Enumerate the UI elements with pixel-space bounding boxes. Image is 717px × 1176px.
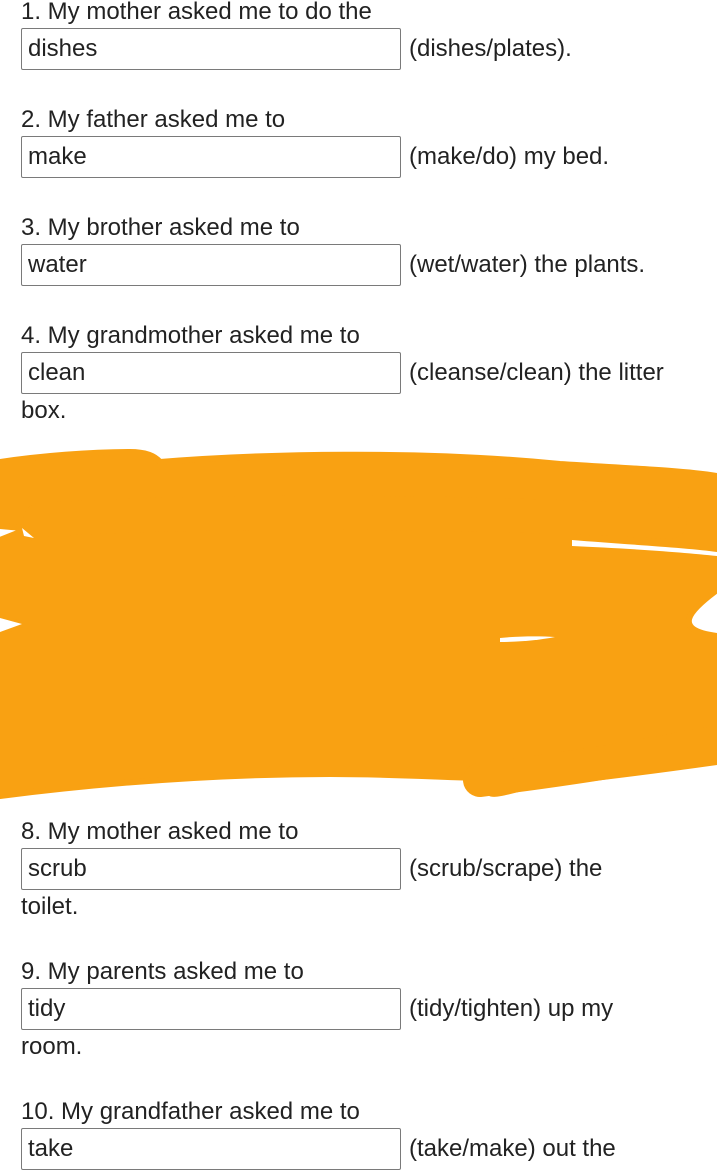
question-9-answer-input[interactable] <box>21 988 401 1030</box>
redaction-stroke <box>23 495 687 539</box>
question-3-options: (wet/water) the plants. <box>409 251 646 278</box>
question-8-prompt: 8. My mother asked me to <box>21 818 299 845</box>
question-10-prompt: 10. My grandfather asked me to <box>21 1098 360 1125</box>
question-3-prompt: 3. My brother asked me to <box>21 214 300 241</box>
question-1-prompt: 1. My mother asked me to do the <box>21 0 372 25</box>
question-10-options: (take/make) out the <box>409 1135 616 1162</box>
redaction-scribble <box>0 449 717 799</box>
question-9-continuation: room. <box>21 1033 83 1060</box>
question-8-continuation: toilet. <box>21 893 79 920</box>
question-4-options: (cleanse/clean) the litter <box>409 359 664 386</box>
question-8-answer-input[interactable] <box>21 848 401 890</box>
question-4-continuation: box. <box>21 397 67 424</box>
question-10-answer-input[interactable] <box>21 1128 401 1170</box>
question-2-prompt: 2. My father asked me to <box>21 106 286 133</box>
question-3-answer-input[interactable] <box>21 244 401 286</box>
question-4-prompt: 4. My grandmother asked me to <box>21 322 360 349</box>
question-8-options: (scrub/scrape) the <box>409 855 603 882</box>
question-2-options: (make/do) my bed. <box>409 143 610 170</box>
worksheet-page: 1. My mother asked me to do the (dishes/… <box>0 0 717 1176</box>
question-9-options: (tidy/tighten) up my <box>409 995 614 1022</box>
question-1-options: (dishes/plates). <box>409 35 572 62</box>
question-2-answer-input[interactable] <box>21 136 401 178</box>
question-4-answer-input[interactable] <box>21 352 401 394</box>
question-1-answer-input[interactable] <box>21 28 401 70</box>
question-9-prompt: 9. My parents asked me to <box>21 958 304 985</box>
